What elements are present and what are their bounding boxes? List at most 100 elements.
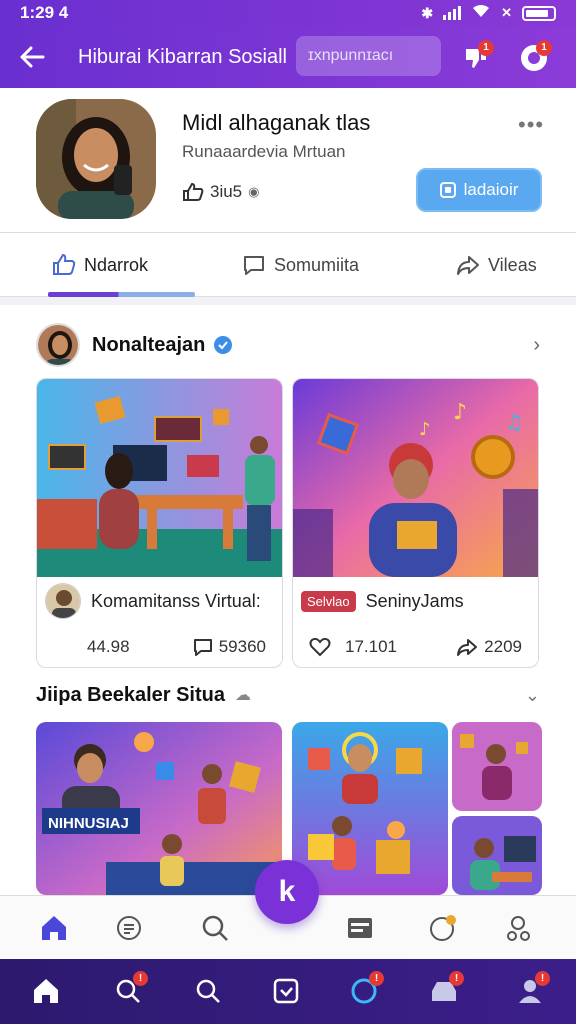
status-icons: ✱ ✕ bbox=[421, 3, 556, 24]
post-title: SeninyJams bbox=[365, 590, 464, 611]
like-count: 17.101 bbox=[345, 637, 397, 656]
system-nav: ! ! ! ! bbox=[0, 959, 576, 1024]
svg-text:♪: ♪ bbox=[453, 400, 467, 425]
section-header-2: Jiipa Beekaler Situa ☁ ⌄ bbox=[36, 677, 540, 713]
sys-home[interactable] bbox=[26, 971, 66, 1011]
people-icon bbox=[507, 916, 530, 941]
post-card-1[interactable]: Komamitanss Virtual: 44.98 59360 bbox=[36, 378, 283, 668]
tab-vileas[interactable]: Vileas bbox=[456, 233, 537, 297]
post-title-row: Komamitanss Virtual: bbox=[37, 577, 282, 625]
share-icon bbox=[457, 256, 479, 275]
post-tag: Selvlao bbox=[301, 590, 356, 612]
feed: Nonalteajan › Komamitanss Virtual: 44.98… bbox=[0, 305, 576, 895]
profile-subtitle: Runaaardevia Mrtuan bbox=[182, 142, 346, 161]
comment-icon bbox=[244, 256, 264, 275]
bluetooth-icon: ✱ bbox=[421, 4, 434, 21]
profile-avatar[interactable] bbox=[36, 99, 156, 219]
sys-circle[interactable]: ! bbox=[344, 971, 384, 1011]
chevron-down-icon[interactable]: ⌄ bbox=[525, 685, 540, 706]
cloud-icon: ☁ bbox=[234, 687, 251, 704]
verified-badge-icon bbox=[214, 336, 233, 354]
create-button[interactable]: k bbox=[255, 860, 319, 924]
profile-card: Midl alhaganak tlas Runaaardevia Mrtuan … bbox=[0, 88, 576, 233]
chat-icon bbox=[117, 916, 141, 940]
post-title-row: Selvlao SeninyJams bbox=[293, 577, 538, 625]
comment-icon bbox=[193, 639, 212, 656]
profile-stats: 3iu5 ◉ bbox=[182, 182, 259, 202]
nav-search[interactable] bbox=[196, 908, 236, 948]
views-count: 44.98 bbox=[87, 637, 130, 656]
app-header: Hiburai Kibarran Sosiall 1 1 bbox=[0, 26, 576, 88]
check-box-icon bbox=[273, 978, 299, 1004]
back-button[interactable] bbox=[0, 26, 64, 88]
tab-label: Ndarrok bbox=[84, 254, 149, 275]
back-arrow-icon bbox=[20, 46, 45, 68]
video-thumbnail-2[interactable] bbox=[292, 722, 448, 895]
home-icon bbox=[42, 916, 66, 940]
mute-icon: ✕ bbox=[501, 5, 512, 20]
search-icon bbox=[202, 915, 228, 941]
video-thumbnail-4[interactable] bbox=[452, 816, 542, 895]
share-icon bbox=[457, 639, 478, 656]
tab-label: Somumiita bbox=[274, 254, 360, 275]
post-image bbox=[37, 379, 282, 577]
sys-check[interactable] bbox=[266, 971, 306, 1011]
section-avatar[interactable] bbox=[36, 323, 80, 367]
gift-icon bbox=[430, 915, 456, 941]
follow-button[interactable]: ladaioir bbox=[416, 168, 542, 212]
messages-button[interactable]: 1 bbox=[514, 38, 554, 78]
section-title: Nonalteajan bbox=[92, 333, 206, 356]
share-count: 2209 bbox=[484, 637, 522, 656]
notification-button[interactable]: 1 bbox=[456, 38, 496, 78]
author-avatar[interactable] bbox=[45, 583, 81, 619]
banner-text: NIHNUSIAJ bbox=[48, 815, 129, 832]
svg-text:♫: ♫ bbox=[505, 410, 523, 434]
tab-ndarrok[interactable]: Ndarrok bbox=[52, 233, 148, 297]
tab-somumiita[interactable]: Somumiita bbox=[242, 233, 359, 297]
svg-text:♪: ♪ bbox=[419, 419, 431, 440]
sys-search[interactable] bbox=[188, 971, 228, 1011]
section-title-2: Jiipa Beekaler Situa bbox=[36, 683, 225, 706]
nav-people[interactable] bbox=[498, 908, 538, 948]
sys-profile[interactable]: ! bbox=[510, 971, 550, 1011]
post-image: ♪ ♫ ♪ bbox=[293, 379, 538, 577]
nav-inbox[interactable] bbox=[340, 908, 380, 948]
comment-button[interactable]: 59360 bbox=[193, 637, 266, 657]
search-icon bbox=[196, 979, 220, 1003]
home-icon bbox=[34, 979, 58, 1003]
post-title: Komamitanss Virtual: bbox=[91, 590, 261, 611]
comment-count: 59360 bbox=[218, 637, 266, 656]
badge: ! bbox=[133, 971, 148, 986]
messages-badge: 1 bbox=[536, 40, 552, 56]
thumbs-up-icon bbox=[53, 253, 76, 275]
chevron-right-icon[interactable]: › bbox=[533, 334, 540, 357]
badge: ! bbox=[535, 971, 550, 986]
search-input[interactable] bbox=[296, 36, 441, 76]
tab-label: Vileas bbox=[488, 254, 537, 275]
signal-icon bbox=[443, 6, 462, 20]
sys-search-alert[interactable]: ! bbox=[108, 971, 148, 1011]
profile-name: Midl alhaganak tlas bbox=[182, 110, 371, 135]
status-time: 1:29 4 bbox=[20, 3, 69, 22]
header-title: Hiburai Kibarran Sosiall bbox=[78, 45, 287, 68]
battery-icon bbox=[522, 5, 556, 21]
notification-badge: 1 bbox=[478, 40, 494, 56]
post-card-2[interactable]: ♪ ♫ ♪ Selvlao SeninyJams 17.101 2209 bbox=[292, 378, 539, 668]
sys-inbox[interactable]: ! bbox=[424, 971, 464, 1011]
wifi-icon bbox=[471, 3, 491, 24]
follow-icon bbox=[439, 182, 456, 198]
video-thumbnail-3[interactable] bbox=[452, 722, 542, 811]
tab-bar: Ndarrok Somumiita Vileas bbox=[0, 233, 576, 297]
share-button[interactable]: 2209 bbox=[456, 637, 522, 657]
status-bar: 1:29 4 ✱ ✕ bbox=[0, 0, 576, 26]
nav-gift[interactable] bbox=[422, 908, 462, 948]
video-thumbnail-1[interactable]: NIHNUSIAJ bbox=[36, 722, 282, 895]
nav-chat[interactable] bbox=[110, 908, 150, 948]
post-stats: 17.101 2209 bbox=[293, 625, 538, 667]
heart-icon bbox=[309, 637, 331, 657]
inbox-icon bbox=[348, 918, 372, 938]
nav-home[interactable] bbox=[34, 908, 74, 948]
like-button[interactable]: 17.101 bbox=[309, 637, 397, 657]
more-options-button[interactable]: ••• bbox=[518, 112, 544, 138]
globe-icon: ◉ bbox=[248, 184, 260, 199]
